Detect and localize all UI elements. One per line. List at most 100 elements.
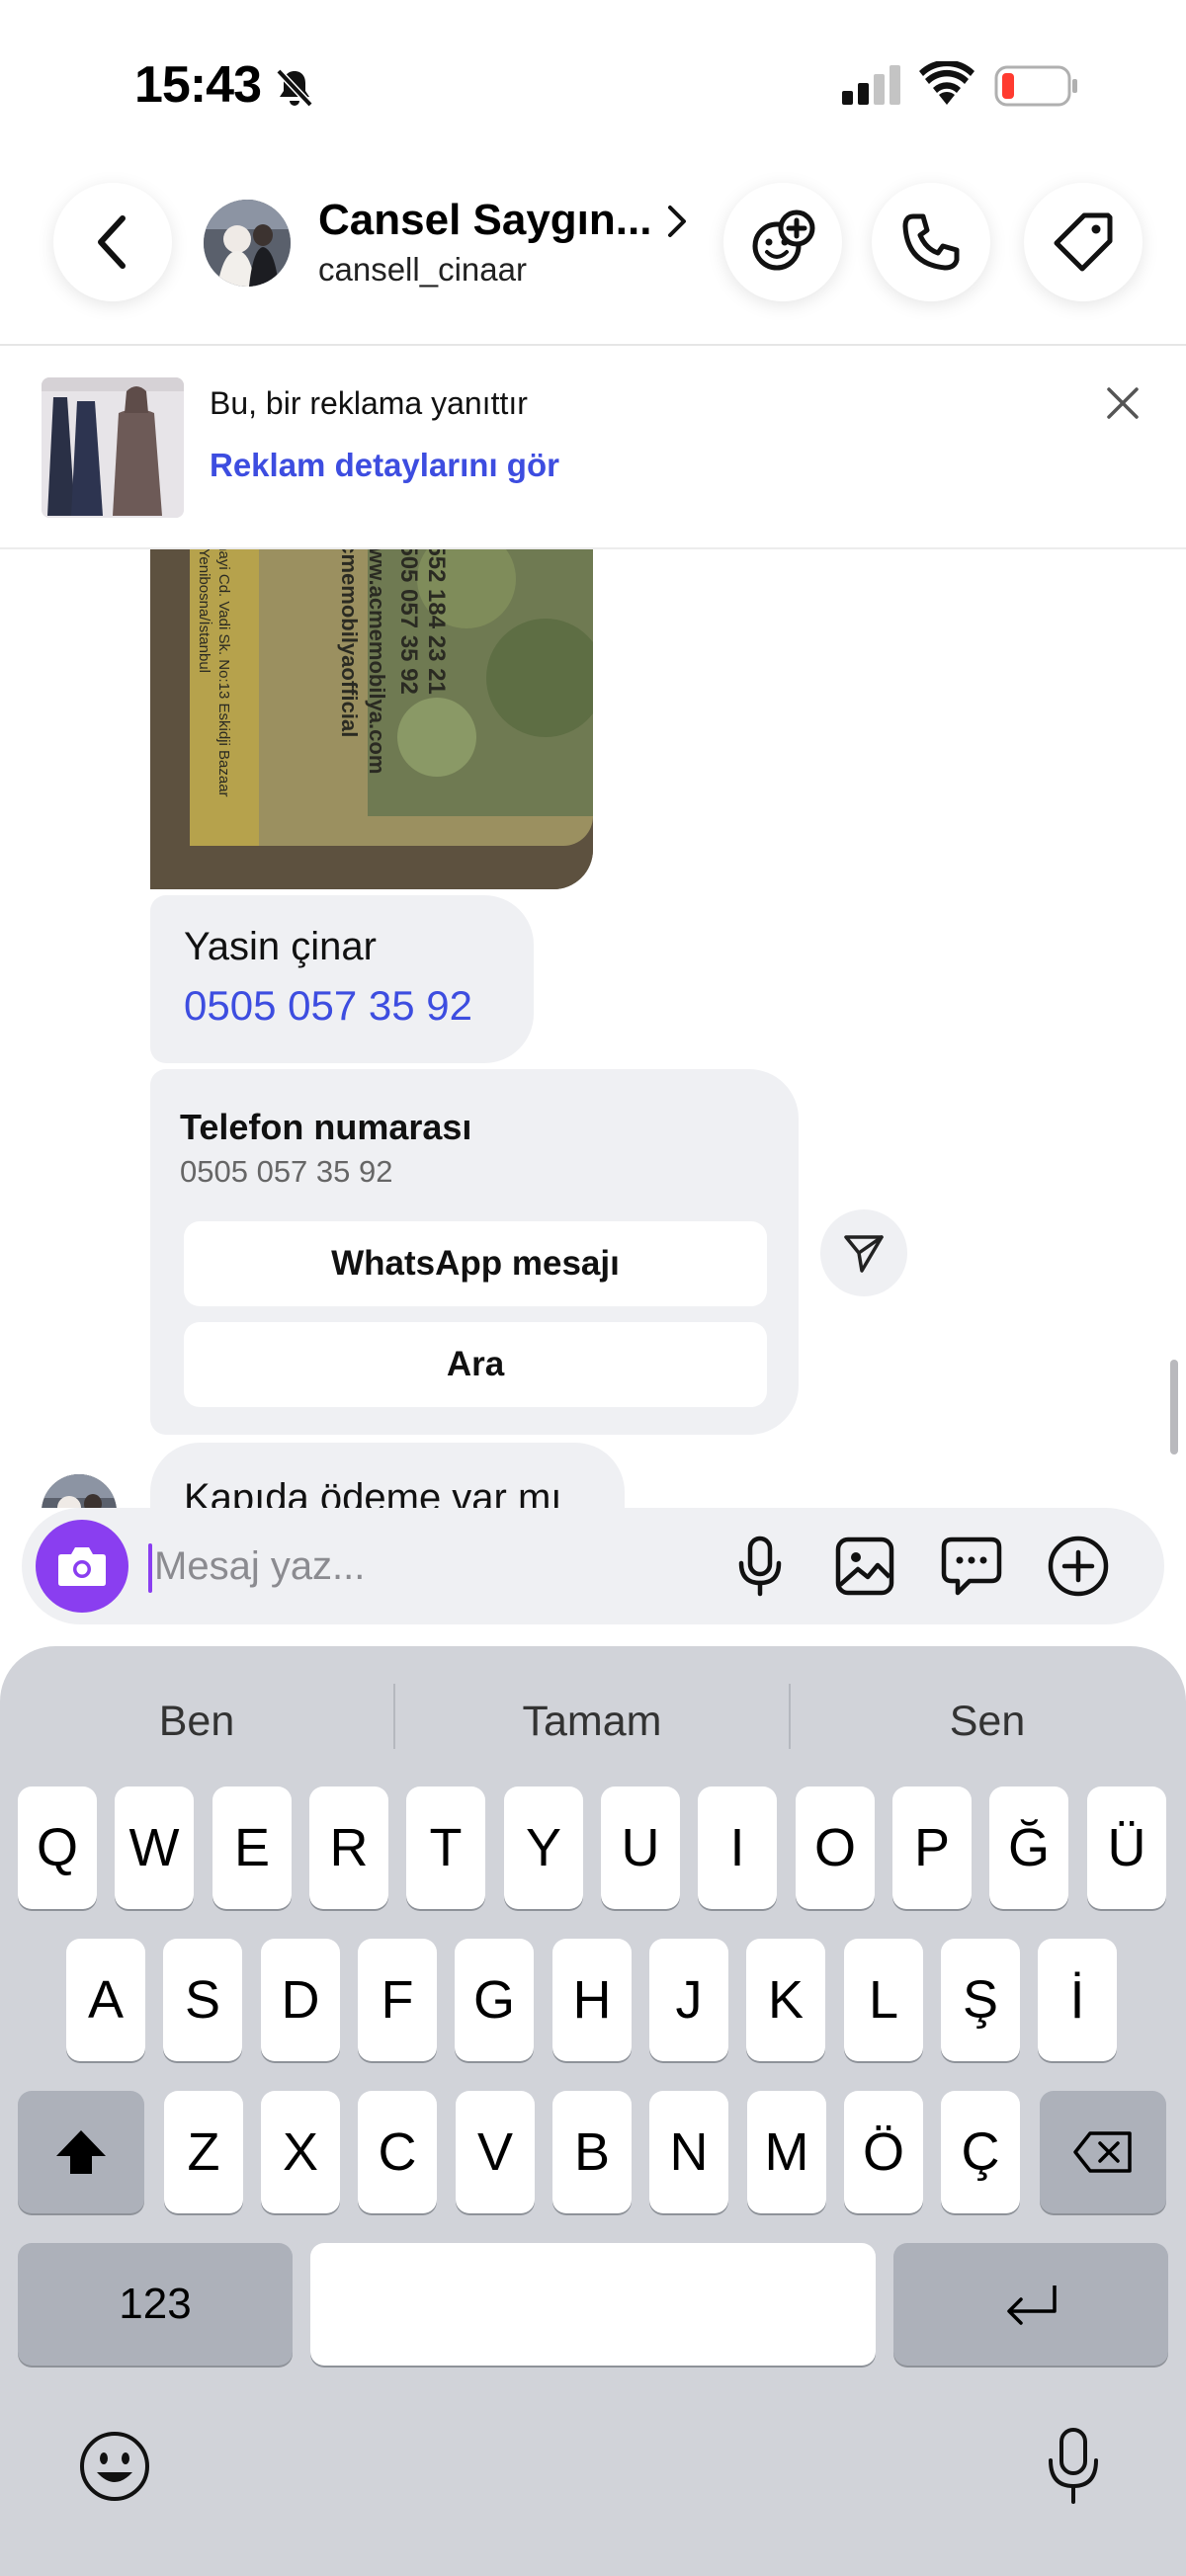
back-button[interactable]: [53, 183, 172, 301]
key[interactable]: L: [844, 1939, 923, 2061]
key[interactable]: C: [358, 2091, 437, 2213]
card-line-4: acmemobilyaofficial: [337, 549, 362, 737]
key[interactable]: X: [261, 2091, 340, 2213]
key[interactable]: P: [892, 1787, 972, 1909]
key[interactable]: R: [309, 1787, 388, 1909]
battery-low-icon: [994, 65, 1077, 107]
ad-details-link[interactable]: Reklam detaylarını gör: [210, 447, 559, 484]
plus-icon: [1048, 1536, 1109, 1597]
key[interactable]: I: [698, 1787, 777, 1909]
status-bar: 15:43: [0, 0, 1186, 168]
ad-thumbnail-image: [42, 377, 184, 518]
key[interactable]: Ç: [941, 2091, 1020, 2213]
sticker-button[interactable]: [939, 1534, 1004, 1599]
send-icon: [844, 1235, 884, 1273]
key[interactable]: İ: [1038, 1939, 1117, 2061]
key[interactable]: H: [552, 1939, 632, 2061]
more-button[interactable]: [1046, 1534, 1111, 1599]
space-key[interactable]: [310, 2243, 876, 2366]
message-bubble[interactable]: Kapıda ödeme var mı: [150, 1443, 625, 1508]
sender-avatar-photo: [42, 1474, 117, 1508]
phone-link[interactable]: 0505 057 35 92: [184, 982, 472, 1030]
wifi-icon: [919, 61, 974, 105]
key[interactable]: B: [552, 2091, 632, 2213]
contact-name[interactable]: Cansel Saygın...: [318, 196, 651, 245]
key[interactable]: Ş: [941, 1939, 1020, 2061]
emoji-button[interactable]: [75, 2427, 154, 2506]
key[interactable]: E: [212, 1787, 292, 1909]
numbers-key[interactable]: 123: [18, 2243, 293, 2366]
key[interactable]: Ü: [1087, 1787, 1166, 1909]
key[interactable]: V: [456, 2091, 535, 2213]
phone-number-card: Telefon numarası 0505 057 35 92 WhatsApp…: [150, 1069, 799, 1435]
dictation-icon: [1049, 2428, 1098, 2504]
message-input[interactable]: [154, 1534, 708, 1599]
microphone-button[interactable]: [727, 1534, 793, 1599]
chevron-left-icon: [98, 215, 126, 269]
call-button[interactable]: [872, 183, 990, 301]
ad-reply-banner: Bu, bir reklama yanıttır Reklam detaylar…: [0, 346, 1186, 549]
ad-thumbnail[interactable]: [42, 377, 184, 518]
message-composer: [22, 1508, 1164, 1624]
key[interactable]: G: [455, 1939, 534, 2061]
card-number: 0505 057 35 92: [180, 1154, 393, 1189]
card-line-5: Çeşme Mh. Sanayi Cd. Vadi Sk. No:13 Eski…: [215, 549, 232, 797]
key[interactable]: S: [163, 1939, 242, 2061]
microphone-icon: [738, 1536, 782, 1597]
bell-slash-icon: [276, 68, 313, 108]
shift-key[interactable]: [18, 2091, 144, 2213]
game-button[interactable]: [723, 183, 842, 301]
return-key[interactable]: [893, 2243, 1168, 2366]
close-icon[interactable]: [1101, 381, 1144, 425]
key[interactable]: O: [796, 1787, 875, 1909]
key[interactable]: Z: [164, 2091, 243, 2213]
backspace-key[interactable]: [1040, 2091, 1166, 2213]
game-icon: [752, 209, 815, 271]
key[interactable]: J: [649, 1939, 728, 2061]
card-line-2: 0505 057 35 92: [395, 549, 422, 695]
call-number-button[interactable]: Ara: [184, 1322, 767, 1407]
suggestion-2[interactable]: Tamam: [395, 1698, 789, 1746]
key[interactable]: Ğ: [989, 1787, 1068, 1909]
chevron-right-icon[interactable]: [662, 204, 690, 239]
key[interactable]: K: [746, 1939, 825, 2061]
camera-button[interactable]: [36, 1520, 128, 1613]
whatsapp-message-button[interactable]: WhatsApp mesajı: [184, 1221, 767, 1306]
message-list[interactable]: 0552 184 23 21 0505 057 35 92 www.acmemo…: [0, 549, 1186, 1508]
card-line-6: E Kapısı No:18 Yenibosna/İstanbul: [196, 549, 213, 673]
sender-avatar: [42, 1474, 117, 1508]
message-text: Yasin çinar: [184, 925, 377, 968]
shift-icon: [56, 2130, 106, 2174]
business-card-photo: 0552 184 23 21 0505 057 35 92 www.acmemo…: [150, 549, 593, 889]
card-line-1: 0552 184 23 21: [423, 549, 450, 695]
message-text: Kapıda ödeme var mı: [184, 1476, 562, 1508]
tag-button[interactable]: [1024, 183, 1143, 301]
share-button[interactable]: [820, 1209, 907, 1296]
card-title: Telefon numarası: [180, 1107, 472, 1147]
return-icon: [1007, 2285, 1057, 2325]
contact-username: cansell_cinaar: [318, 251, 527, 288]
suggestion-3[interactable]: Sen: [791, 1698, 1184, 1746]
message-bubble[interactable]: Yasin çinar 0505 057 35 92: [150, 895, 534, 1063]
avatar-photo: [204, 200, 291, 287]
key[interactable]: Q: [18, 1787, 97, 1909]
suggestion-1[interactable]: Ben: [0, 1698, 393, 1746]
key[interactable]: W: [115, 1787, 194, 1909]
scrollbar[interactable]: [1170, 1360, 1178, 1454]
key[interactable]: N: [649, 2091, 728, 2213]
key[interactable]: T: [406, 1787, 485, 1909]
gallery-button[interactable]: [832, 1534, 897, 1599]
photo-message[interactable]: 0552 184 23 21 0505 057 35 92 www.acmemo…: [150, 549, 593, 889]
key[interactable]: Y: [504, 1787, 583, 1909]
key[interactable]: U: [601, 1787, 680, 1909]
key[interactable]: Ö: [844, 2091, 923, 2213]
card-line-3: www.acmemobilya.com: [365, 549, 389, 774]
ad-reply-text: Bu, bir reklama yanıttır: [210, 385, 528, 421]
contact-avatar[interactable]: [204, 200, 291, 287]
key[interactable]: M: [747, 2091, 826, 2213]
dictation-button[interactable]: [1034, 2427, 1113, 2506]
key[interactable]: D: [261, 1939, 340, 2061]
keyboard: Ben Tamam Sen Q W E R T Y U I O P Ğ Ü A …: [0, 1646, 1186, 2576]
key[interactable]: F: [358, 1939, 437, 2061]
key[interactable]: A: [66, 1939, 145, 2061]
